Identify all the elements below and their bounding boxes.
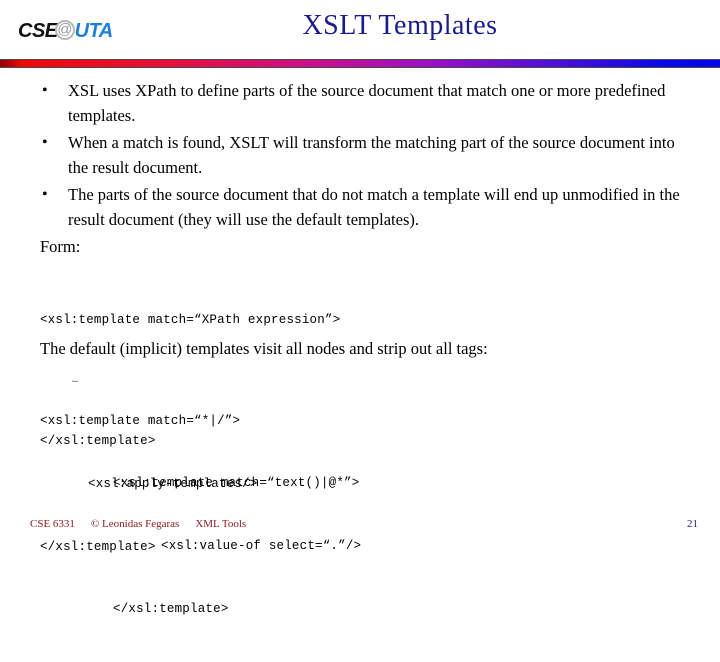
page-number: 21	[687, 518, 698, 530]
bullet-dot-icon: •	[42, 186, 48, 203]
footer-metadata: CSE 6331 © Leonidas Fegaras XML Tools	[30, 518, 246, 530]
footer-topic: XML Tools	[195, 518, 247, 530]
list-item: • When a match is found, XSLT will trans…	[32, 130, 692, 180]
logo-text-cse: CSE	[18, 20, 58, 42]
list-item: • XSL uses XPath to define parts of the …	[32, 78, 692, 128]
list-item-text: The parts of the source document that do…	[68, 185, 680, 229]
footer-course-code: CSE 6331	[30, 518, 75, 530]
slide-header: CSE @ UTA XSLT Templates	[0, 0, 720, 58]
default-templates-note: The default (implicit) templates visit a…	[40, 339, 488, 358]
code-line: <xsl:template match=“text()|@*”>	[113, 476, 360, 490]
at-symbol-icon: @	[54, 20, 77, 42]
bullet-list: • XSL uses XPath to define parts of the …	[32, 78, 692, 234]
list-item-text: When a match is found, XSLT will transfo…	[68, 133, 675, 177]
slide-footer: CSE 6331 © Leonidas Fegaras XML Tools 21	[0, 502, 720, 540]
page-title: XSLT Templates	[302, 10, 498, 41]
form-label: Form:	[40, 237, 81, 256]
code-line: <xsl:template match=“*|/”>	[40, 414, 241, 428]
header-gradient-divider	[0, 59, 720, 68]
footer-copyright: © Leonidas Fegaras	[90, 518, 180, 530]
default-code-block-text: <xsl:template match=“text()|@*”> <xsl:va…	[113, 431, 361, 662]
bullet-dot-icon: •	[42, 134, 48, 151]
code-line: <xsl:template match=“XPath expression”>	[40, 313, 341, 327]
logo-text-uta: UTA	[74, 20, 114, 42]
at-glyph: @	[57, 21, 72, 38]
code-line: </xsl:template>	[113, 602, 229, 616]
bullet-dot-icon: •	[42, 82, 48, 99]
list-item: • The parts of the source document that …	[32, 182, 692, 232]
slide-content: • XSL uses XPath to define parts of the …	[0, 70, 720, 616]
list-item-text: XSL uses XPath to define parts of the so…	[68, 81, 666, 125]
cse-uta-logo: CSE @ UTA	[18, 18, 113, 44]
